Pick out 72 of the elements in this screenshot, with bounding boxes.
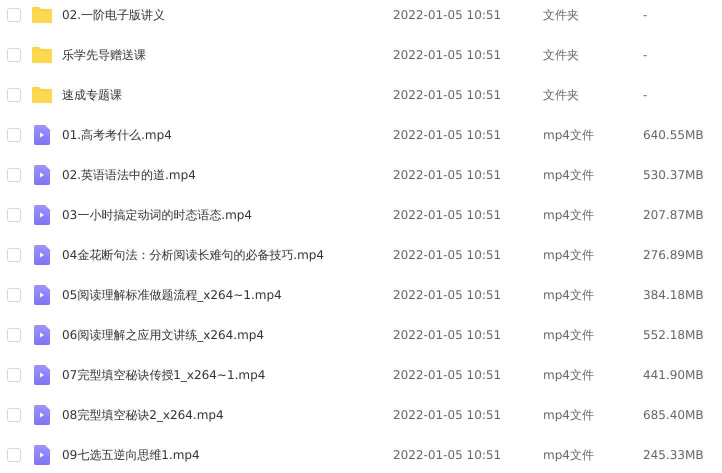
folder-icon bbox=[32, 47, 52, 63]
modified-date: 2022-01-05 10:51 bbox=[393, 88, 502, 102]
checkbox[interactable] bbox=[7, 248, 21, 262]
file-name[interactable]: 07完型填空秘诀传授1_x264~1.mp4 bbox=[62, 366, 393, 384]
checkbox[interactable] bbox=[7, 88, 21, 102]
modified-date: 2022-01-05 10:51 bbox=[393, 128, 502, 142]
file-name[interactable]: 02.一阶电子版讲义 bbox=[62, 6, 393, 24]
checkbox[interactable] bbox=[7, 288, 21, 302]
file-size: - bbox=[643, 88, 648, 102]
modified-date: 2022-01-05 10:51 bbox=[393, 48, 502, 62]
file-type: 文件夹 bbox=[543, 6, 580, 24]
file-size: 685.40MB bbox=[643, 408, 704, 422]
file-name[interactable]: 09七选五逆向思维1.mp4 bbox=[62, 446, 393, 464]
folder-icon bbox=[32, 87, 52, 103]
file-type: mp4文件 bbox=[543, 286, 595, 304]
modified-date: 2022-01-05 10:51 bbox=[393, 208, 502, 222]
checkbox[interactable] bbox=[7, 408, 21, 422]
file-size: 276.89MB bbox=[643, 248, 704, 262]
video-file-icon bbox=[34, 165, 50, 185]
checkbox[interactable] bbox=[7, 8, 21, 22]
modified-date: 2022-01-05 10:51 bbox=[393, 168, 502, 182]
file-size: - bbox=[643, 48, 648, 62]
checkbox[interactable] bbox=[7, 48, 21, 62]
file-type: 文件夹 bbox=[543, 86, 580, 104]
checkbox[interactable] bbox=[7, 328, 21, 342]
file-name[interactable]: 02.英语语法中的道.mp4 bbox=[62, 166, 393, 184]
file-name[interactable]: 01.高考考什么.mp4 bbox=[62, 126, 393, 144]
file-type: 文件夹 bbox=[543, 46, 580, 64]
modified-date: 2022-01-05 10:51 bbox=[393, 328, 502, 342]
file-size: 441.90MB bbox=[643, 368, 704, 382]
video-file-icon bbox=[34, 365, 50, 385]
file-type: mp4文件 bbox=[543, 326, 595, 344]
video-file-icon bbox=[34, 405, 50, 425]
file-type: mp4文件 bbox=[543, 366, 595, 384]
file-size: 552.18MB bbox=[643, 328, 704, 342]
modified-date: 2022-01-05 10:51 bbox=[393, 8, 502, 22]
video-file-icon bbox=[34, 285, 50, 305]
file-type: mp4文件 bbox=[543, 126, 595, 144]
modified-date: 2022-01-05 10:51 bbox=[393, 248, 502, 262]
modified-date: 2022-01-05 10:51 bbox=[393, 448, 502, 462]
checkbox[interactable] bbox=[7, 128, 21, 142]
video-file-icon bbox=[34, 245, 50, 265]
file-type: mp4文件 bbox=[543, 166, 595, 184]
file-type: mp4文件 bbox=[543, 206, 595, 224]
checkbox[interactable] bbox=[7, 168, 21, 182]
file-type: mp4文件 bbox=[543, 406, 595, 424]
file-name[interactable]: 03一小时搞定动词的时态语态.mp4 bbox=[62, 206, 393, 224]
checkbox[interactable] bbox=[7, 448, 21, 462]
file-type: mp4文件 bbox=[543, 446, 595, 464]
modified-date: 2022-01-05 10:51 bbox=[393, 288, 502, 302]
video-file-icon bbox=[34, 325, 50, 345]
modified-date: 2022-01-05 10:51 bbox=[393, 368, 502, 382]
modified-date: 2022-01-05 10:51 bbox=[393, 408, 502, 422]
video-file-icon bbox=[34, 205, 50, 225]
file-size: 207.87MB bbox=[643, 208, 704, 222]
file-size: 245.33MB bbox=[643, 448, 704, 462]
checkbox[interactable] bbox=[7, 368, 21, 382]
video-file-icon bbox=[34, 125, 50, 145]
file-type: mp4文件 bbox=[543, 246, 595, 264]
file-name[interactable]: 08完型填空秘诀2_x264.mp4 bbox=[62, 406, 393, 424]
video-file-icon bbox=[34, 445, 50, 465]
file-name[interactable]: 速成专题课 bbox=[62, 86, 393, 104]
file-name[interactable]: 乐学先导赠送课 bbox=[62, 46, 393, 64]
file-size: 530.37MB bbox=[643, 168, 704, 182]
file-name[interactable]: 05阅读理解标准做题流程_x264~1.mp4 bbox=[62, 286, 393, 304]
folder-icon bbox=[32, 7, 52, 23]
file-size: - bbox=[643, 8, 648, 22]
file-name[interactable]: 04金花断句法：分析阅读长难句的必备技巧.mp4 bbox=[62, 246, 393, 264]
checkbox[interactable] bbox=[7, 208, 21, 222]
file-size: 640.55MB bbox=[643, 128, 704, 142]
file-name[interactable]: 06阅读理解之应用文讲练_x264.mp4 bbox=[62, 326, 393, 344]
file-size: 384.18MB bbox=[643, 288, 704, 302]
